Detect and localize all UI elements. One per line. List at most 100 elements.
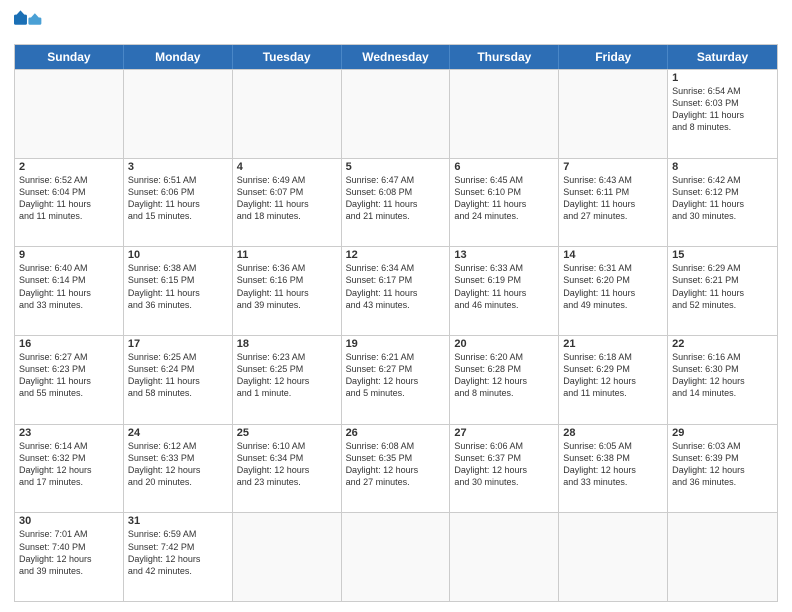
calendar-week-4: 16Sunrise: 6:27 AM Sunset: 6:23 PM Dayli… — [15, 335, 777, 424]
cell-day-number: 8 — [672, 161, 773, 173]
cell-daylight-info: Sunrise: 6:18 AM Sunset: 6:29 PM Dayligh… — [563, 351, 663, 400]
calendar-cell: 16Sunrise: 6:27 AM Sunset: 6:23 PM Dayli… — [15, 336, 124, 424]
cell-daylight-info: Sunrise: 6:14 AM Sunset: 6:32 PM Dayligh… — [19, 440, 119, 489]
weekday-header-tuesday: Tuesday — [233, 45, 342, 69]
cell-daylight-info: Sunrise: 6:16 AM Sunset: 6:30 PM Dayligh… — [672, 351, 773, 400]
calendar-week-5: 23Sunrise: 6:14 AM Sunset: 6:32 PM Dayli… — [15, 424, 777, 513]
calendar-cell: 31Sunrise: 6:59 AM Sunset: 7:42 PM Dayli… — [124, 513, 233, 601]
cell-daylight-info: Sunrise: 6:33 AM Sunset: 6:19 PM Dayligh… — [454, 262, 554, 311]
calendar-cell — [233, 70, 342, 158]
cell-daylight-info: Sunrise: 6:40 AM Sunset: 6:14 PM Dayligh… — [19, 262, 119, 311]
calendar-cell: 3Sunrise: 6:51 AM Sunset: 6:06 PM Daylig… — [124, 159, 233, 247]
calendar-cell: 9Sunrise: 6:40 AM Sunset: 6:14 PM Daylig… — [15, 247, 124, 335]
cell-daylight-info: Sunrise: 6:59 AM Sunset: 7:42 PM Dayligh… — [128, 528, 228, 577]
calendar-cell: 20Sunrise: 6:20 AM Sunset: 6:28 PM Dayli… — [450, 336, 559, 424]
calendar-week-6: 30Sunrise: 7:01 AM Sunset: 7:40 PM Dayli… — [15, 512, 777, 601]
calendar-week-1: 1Sunrise: 6:54 AM Sunset: 6:03 PM Daylig… — [15, 69, 777, 158]
calendar-cell: 6Sunrise: 6:45 AM Sunset: 6:10 PM Daylig… — [450, 159, 559, 247]
weekday-header-monday: Monday — [124, 45, 233, 69]
cell-day-number: 14 — [563, 249, 663, 261]
cell-day-number: 31 — [128, 515, 228, 527]
calendar-cell: 25Sunrise: 6:10 AM Sunset: 6:34 PM Dayli… — [233, 425, 342, 513]
weekday-header-sunday: Sunday — [15, 45, 124, 69]
cell-daylight-info: Sunrise: 6:45 AM Sunset: 6:10 PM Dayligh… — [454, 174, 554, 223]
cell-daylight-info: Sunrise: 6:54 AM Sunset: 6:03 PM Dayligh… — [672, 85, 773, 134]
cell-daylight-info: Sunrise: 6:36 AM Sunset: 6:16 PM Dayligh… — [237, 262, 337, 311]
calendar-cell: 18Sunrise: 6:23 AM Sunset: 6:25 PM Dayli… — [233, 336, 342, 424]
calendar-cell — [124, 70, 233, 158]
calendar-cell: 4Sunrise: 6:49 AM Sunset: 6:07 PM Daylig… — [233, 159, 342, 247]
calendar-body: 1Sunrise: 6:54 AM Sunset: 6:03 PM Daylig… — [15, 69, 777, 601]
calendar-cell: 28Sunrise: 6:05 AM Sunset: 6:38 PM Dayli… — [559, 425, 668, 513]
calendar-cell: 26Sunrise: 6:08 AM Sunset: 6:35 PM Dayli… — [342, 425, 451, 513]
calendar-cell: 14Sunrise: 6:31 AM Sunset: 6:20 PM Dayli… — [559, 247, 668, 335]
calendar-cell — [668, 513, 777, 601]
calendar: SundayMondayTuesdayWednesdayThursdayFrid… — [14, 44, 778, 602]
cell-daylight-info: Sunrise: 6:08 AM Sunset: 6:35 PM Dayligh… — [346, 440, 446, 489]
calendar-cell: 17Sunrise: 6:25 AM Sunset: 6:24 PM Dayli… — [124, 336, 233, 424]
cell-day-number: 18 — [237, 338, 337, 350]
cell-day-number: 17 — [128, 338, 228, 350]
calendar-cell: 8Sunrise: 6:42 AM Sunset: 6:12 PM Daylig… — [668, 159, 777, 247]
calendar-cell: 23Sunrise: 6:14 AM Sunset: 6:32 PM Dayli… — [15, 425, 124, 513]
cell-daylight-info: Sunrise: 6:05 AM Sunset: 6:38 PM Dayligh… — [563, 440, 663, 489]
cell-day-number: 1 — [672, 72, 773, 84]
cell-daylight-info: Sunrise: 6:52 AM Sunset: 6:04 PM Dayligh… — [19, 174, 119, 223]
cell-day-number: 5 — [346, 161, 446, 173]
calendar-cell — [450, 513, 559, 601]
weekday-header-wednesday: Wednesday — [342, 45, 451, 69]
cell-daylight-info: Sunrise: 6:21 AM Sunset: 6:27 PM Dayligh… — [346, 351, 446, 400]
cell-daylight-info: Sunrise: 7:01 AM Sunset: 7:40 PM Dayligh… — [19, 528, 119, 577]
cell-daylight-info: Sunrise: 6:31 AM Sunset: 6:20 PM Dayligh… — [563, 262, 663, 311]
weekday-header-thursday: Thursday — [450, 45, 559, 69]
cell-daylight-info: Sunrise: 6:42 AM Sunset: 6:12 PM Dayligh… — [672, 174, 773, 223]
cell-day-number: 28 — [563, 427, 663, 439]
calendar-cell: 24Sunrise: 6:12 AM Sunset: 6:33 PM Dayli… — [124, 425, 233, 513]
calendar-header: SundayMondayTuesdayWednesdayThursdayFrid… — [15, 45, 777, 69]
cell-day-number: 27 — [454, 427, 554, 439]
calendar-cell — [559, 513, 668, 601]
calendar-cell: 12Sunrise: 6:34 AM Sunset: 6:17 PM Dayli… — [342, 247, 451, 335]
cell-daylight-info: Sunrise: 6:51 AM Sunset: 6:06 PM Dayligh… — [128, 174, 228, 223]
cell-daylight-info: Sunrise: 6:27 AM Sunset: 6:23 PM Dayligh… — [19, 351, 119, 400]
cell-daylight-info: Sunrise: 6:29 AM Sunset: 6:21 PM Dayligh… — [672, 262, 773, 311]
cell-day-number: 11 — [237, 249, 337, 261]
calendar-cell — [342, 513, 451, 601]
calendar-cell — [450, 70, 559, 158]
calendar-cell: 22Sunrise: 6:16 AM Sunset: 6:30 PM Dayli… — [668, 336, 777, 424]
calendar-cell — [15, 70, 124, 158]
header — [14, 10, 778, 38]
cell-day-number: 15 — [672, 249, 773, 261]
calendar-cell: 11Sunrise: 6:36 AM Sunset: 6:16 PM Dayli… — [233, 247, 342, 335]
cell-day-number: 20 — [454, 338, 554, 350]
cell-day-number: 22 — [672, 338, 773, 350]
cell-daylight-info: Sunrise: 6:23 AM Sunset: 6:25 PM Dayligh… — [237, 351, 337, 400]
weekday-header-friday: Friday — [559, 45, 668, 69]
cell-day-number: 2 — [19, 161, 119, 173]
calendar-cell — [559, 70, 668, 158]
cell-daylight-info: Sunrise: 6:34 AM Sunset: 6:17 PM Dayligh… — [346, 262, 446, 311]
calendar-week-3: 9Sunrise: 6:40 AM Sunset: 6:14 PM Daylig… — [15, 246, 777, 335]
cell-day-number: 21 — [563, 338, 663, 350]
calendar-week-2: 2Sunrise: 6:52 AM Sunset: 6:04 PM Daylig… — [15, 158, 777, 247]
page: SundayMondayTuesdayWednesdayThursdayFrid… — [0, 0, 792, 612]
cell-day-number: 29 — [672, 427, 773, 439]
calendar-cell: 21Sunrise: 6:18 AM Sunset: 6:29 PM Dayli… — [559, 336, 668, 424]
calendar-cell: 19Sunrise: 6:21 AM Sunset: 6:27 PM Dayli… — [342, 336, 451, 424]
cell-day-number: 25 — [237, 427, 337, 439]
calendar-cell: 7Sunrise: 6:43 AM Sunset: 6:11 PM Daylig… — [559, 159, 668, 247]
cell-day-number: 13 — [454, 249, 554, 261]
calendar-cell: 1Sunrise: 6:54 AM Sunset: 6:03 PM Daylig… — [668, 70, 777, 158]
cell-day-number: 3 — [128, 161, 228, 173]
cell-day-number: 12 — [346, 249, 446, 261]
cell-daylight-info: Sunrise: 6:10 AM Sunset: 6:34 PM Dayligh… — [237, 440, 337, 489]
cell-daylight-info: Sunrise: 6:03 AM Sunset: 6:39 PM Dayligh… — [672, 440, 773, 489]
cell-day-number: 4 — [237, 161, 337, 173]
calendar-cell: 29Sunrise: 6:03 AM Sunset: 6:39 PM Dayli… — [668, 425, 777, 513]
calendar-cell: 27Sunrise: 6:06 AM Sunset: 6:37 PM Dayli… — [450, 425, 559, 513]
weekday-header-saturday: Saturday — [668, 45, 777, 69]
calendar-cell: 13Sunrise: 6:33 AM Sunset: 6:19 PM Dayli… — [450, 247, 559, 335]
cell-daylight-info: Sunrise: 6:25 AM Sunset: 6:24 PM Dayligh… — [128, 351, 228, 400]
cell-daylight-info: Sunrise: 6:38 AM Sunset: 6:15 PM Dayligh… — [128, 262, 228, 311]
cell-day-number: 16 — [19, 338, 119, 350]
